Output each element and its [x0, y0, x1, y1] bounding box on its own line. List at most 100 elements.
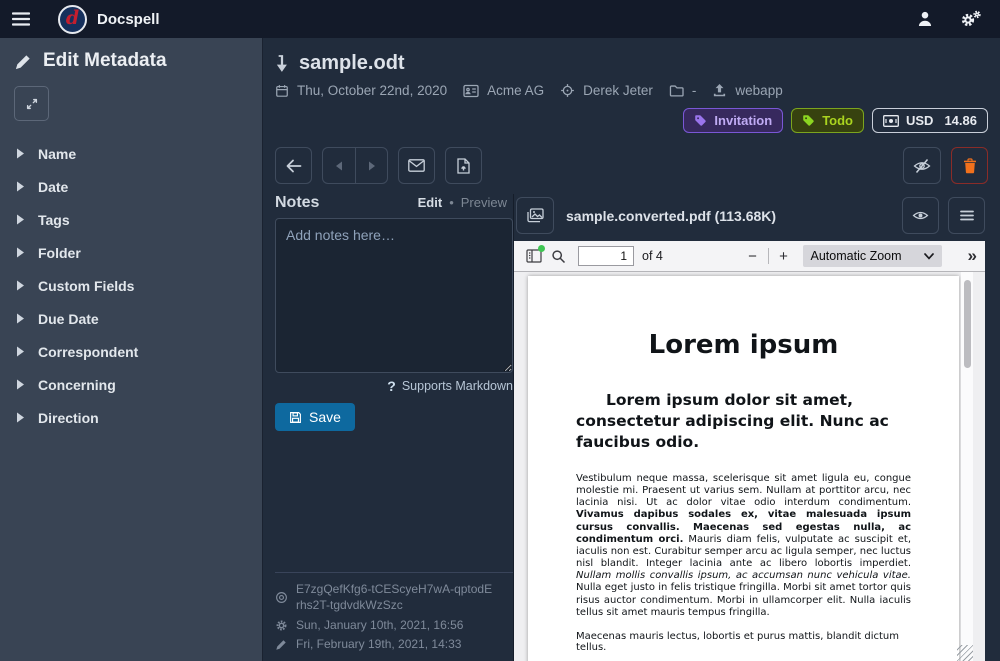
next-item-button[interactable] [355, 147, 388, 184]
pdf-doc-title: Lorem ipsum [576, 330, 911, 360]
pdf-page: Lorem ipsum Lorem ipsum dolor sit amet, … [528, 276, 959, 661]
pdf-scrollbar[interactable] [961, 272, 973, 661]
zoom-out-button[interactable]: − [742, 245, 764, 267]
source-value: webapp [735, 83, 782, 98]
tag-label: Todo [822, 113, 853, 128]
resize-grip[interactable] [957, 645, 973, 661]
attachments-list-button[interactable] [516, 197, 554, 234]
sidebar-item-tags[interactable]: Tags [0, 203, 262, 236]
sidebar-item-label: Custom Fields [38, 278, 134, 294]
pencil-icon [14, 52, 33, 71]
pdf-more-tools-button[interactable]: » [968, 246, 977, 266]
calendar-icon [275, 83, 289, 98]
prev-item-button[interactable] [322, 147, 355, 184]
attachment-menu-button[interactable] [948, 197, 985, 234]
tag-badge-invitation[interactable]: Invitation [683, 108, 783, 133]
pdf-paragraph: Vestibulum neque massa, scelerisque sit … [576, 473, 911, 619]
sidebar-item-due-date[interactable]: Due Date [0, 302, 262, 335]
sidebar-item-concerning[interactable]: Concerning [0, 368, 262, 401]
sidebar-item-name[interactable]: Name [0, 137, 262, 170]
amount-value: 14.86 [944, 113, 977, 128]
hamburger-menu-icon[interactable] [0, 11, 42, 27]
amount-badge[interactable]: USD 14.86 [872, 108, 988, 133]
upload-icon [712, 83, 727, 98]
caret-right-icon [368, 161, 376, 171]
markdown-hint-link[interactable]: Supports Markdown [402, 379, 513, 393]
tag-badge-todo[interactable]: Todo [791, 108, 864, 133]
amount-currency: USD [906, 113, 933, 128]
main-panel: sample.odt Thu, October 22nd, 2020 Acme … [262, 38, 1000, 661]
expand-all-button[interactable] [14, 86, 49, 121]
send-mail-button[interactable] [398, 147, 435, 184]
sidebar-item-date[interactable]: Date [0, 170, 262, 203]
caret-right-icon [16, 247, 25, 258]
correspondent-org[interactable]: Acme AG [487, 83, 544, 98]
notes-panel: Notes Edit • Preview ? Supports Markdown [263, 194, 513, 661]
folder-value: - [692, 83, 697, 98]
sidebar-item-custom-fields[interactable]: Custom Fields [0, 269, 262, 302]
prev-next-group [322, 147, 388, 184]
created-date: Sun, January 10th, 2021, 16:56 [296, 617, 463, 633]
arrow-down-icon [275, 54, 289, 73]
add-file-button[interactable] [445, 147, 482, 184]
updated-date: Fri, February 19th, 2021, 14:33 [296, 636, 461, 652]
pdf-sidebar-toggle-button[interactable] [522, 244, 546, 268]
view-original-button[interactable] [902, 197, 939, 234]
question-icon: ? [387, 378, 396, 394]
sidebar-item-label: Correspondent [38, 344, 138, 360]
envelope-icon [408, 159, 425, 172]
menu-bars-icon [960, 210, 974, 221]
sidebar-item-label: Due Date [38, 311, 99, 327]
crosshairs-icon [560, 83, 575, 98]
pdf-page-count: of 4 [642, 249, 663, 263]
zoom-level-select[interactable]: Automatic Zoom [803, 245, 942, 267]
sidebar-item-label: Name [38, 146, 76, 162]
caret-left-icon [335, 161, 343, 171]
tag-label: Invitation [714, 113, 772, 128]
delete-button[interactable] [951, 147, 988, 184]
notes-tab-separator: • [449, 195, 454, 210]
notes-edit-tab[interactable]: Edit [418, 195, 443, 210]
folder-icon [669, 84, 684, 97]
notes-title: Notes [275, 194, 319, 212]
tag-icon [802, 114, 815, 127]
sidebar-item-correspondent[interactable]: Correspondent [0, 335, 262, 368]
caret-right-icon [16, 148, 25, 159]
save-button-label: Save [309, 409, 341, 425]
pdf-toolbar: of 4 − + Automatic Zoom » [514, 241, 985, 272]
caret-right-icon [16, 181, 25, 192]
user-icon[interactable] [916, 10, 934, 28]
money-bill-icon [883, 115, 899, 127]
pdf-viewport[interactable]: Lorem ipsum Lorem ipsum dolor sit amet, … [514, 272, 985, 661]
notes-input[interactable] [275, 218, 513, 373]
sidebar-item-direction[interactable]: Direction [0, 401, 262, 434]
sidebar-item-folder[interactable]: Folder [0, 236, 262, 269]
metadata-section-list: Name Date Tags Folder Custom Fields Due … [0, 137, 262, 434]
pdf-page-input[interactable] [578, 246, 634, 266]
document-title: sample.odt [299, 52, 405, 75]
notes-preview-tab[interactable]: Preview [461, 195, 507, 210]
zoom-in-button[interactable]: + [773, 245, 795, 267]
pdf-scrollbar-thumb[interactable] [964, 280, 971, 368]
item-info-block: E7zgQefKfg6-tCEScyeH7wA-qptodErhs2T-tgdv… [275, 572, 513, 661]
sidebar-item-label: Direction [38, 410, 99, 426]
docspell-logo[interactable]: d [58, 5, 87, 34]
chevron-down-icon [924, 253, 934, 260]
concerning-person[interactable]: Derek Jeter [583, 83, 653, 98]
expand-icon [25, 97, 39, 111]
attachment-viewer: sample.converted.pdf (113.68K) [513, 194, 985, 661]
sidebar-item-label: Date [38, 179, 68, 195]
attachment-filename: sample.converted.pdf (113.68K) [566, 208, 776, 224]
document-date: Thu, October 22nd, 2020 [297, 83, 447, 98]
file-upload-icon [457, 158, 470, 174]
save-icon [289, 411, 302, 424]
sidebar-item-label: Concerning [38, 377, 116, 393]
tag-badge-row: Invitation Todo USD 14.86 [263, 98, 1000, 133]
gear-icon [275, 618, 288, 633]
unconfirm-button[interactable] [903, 147, 941, 184]
save-button[interactable]: Save [275, 403, 355, 431]
settings-cogs-icon[interactable] [960, 10, 982, 28]
back-button[interactable] [275, 147, 312, 184]
pdf-search-button[interactable] [546, 244, 570, 268]
arrow-left-icon [286, 159, 302, 173]
